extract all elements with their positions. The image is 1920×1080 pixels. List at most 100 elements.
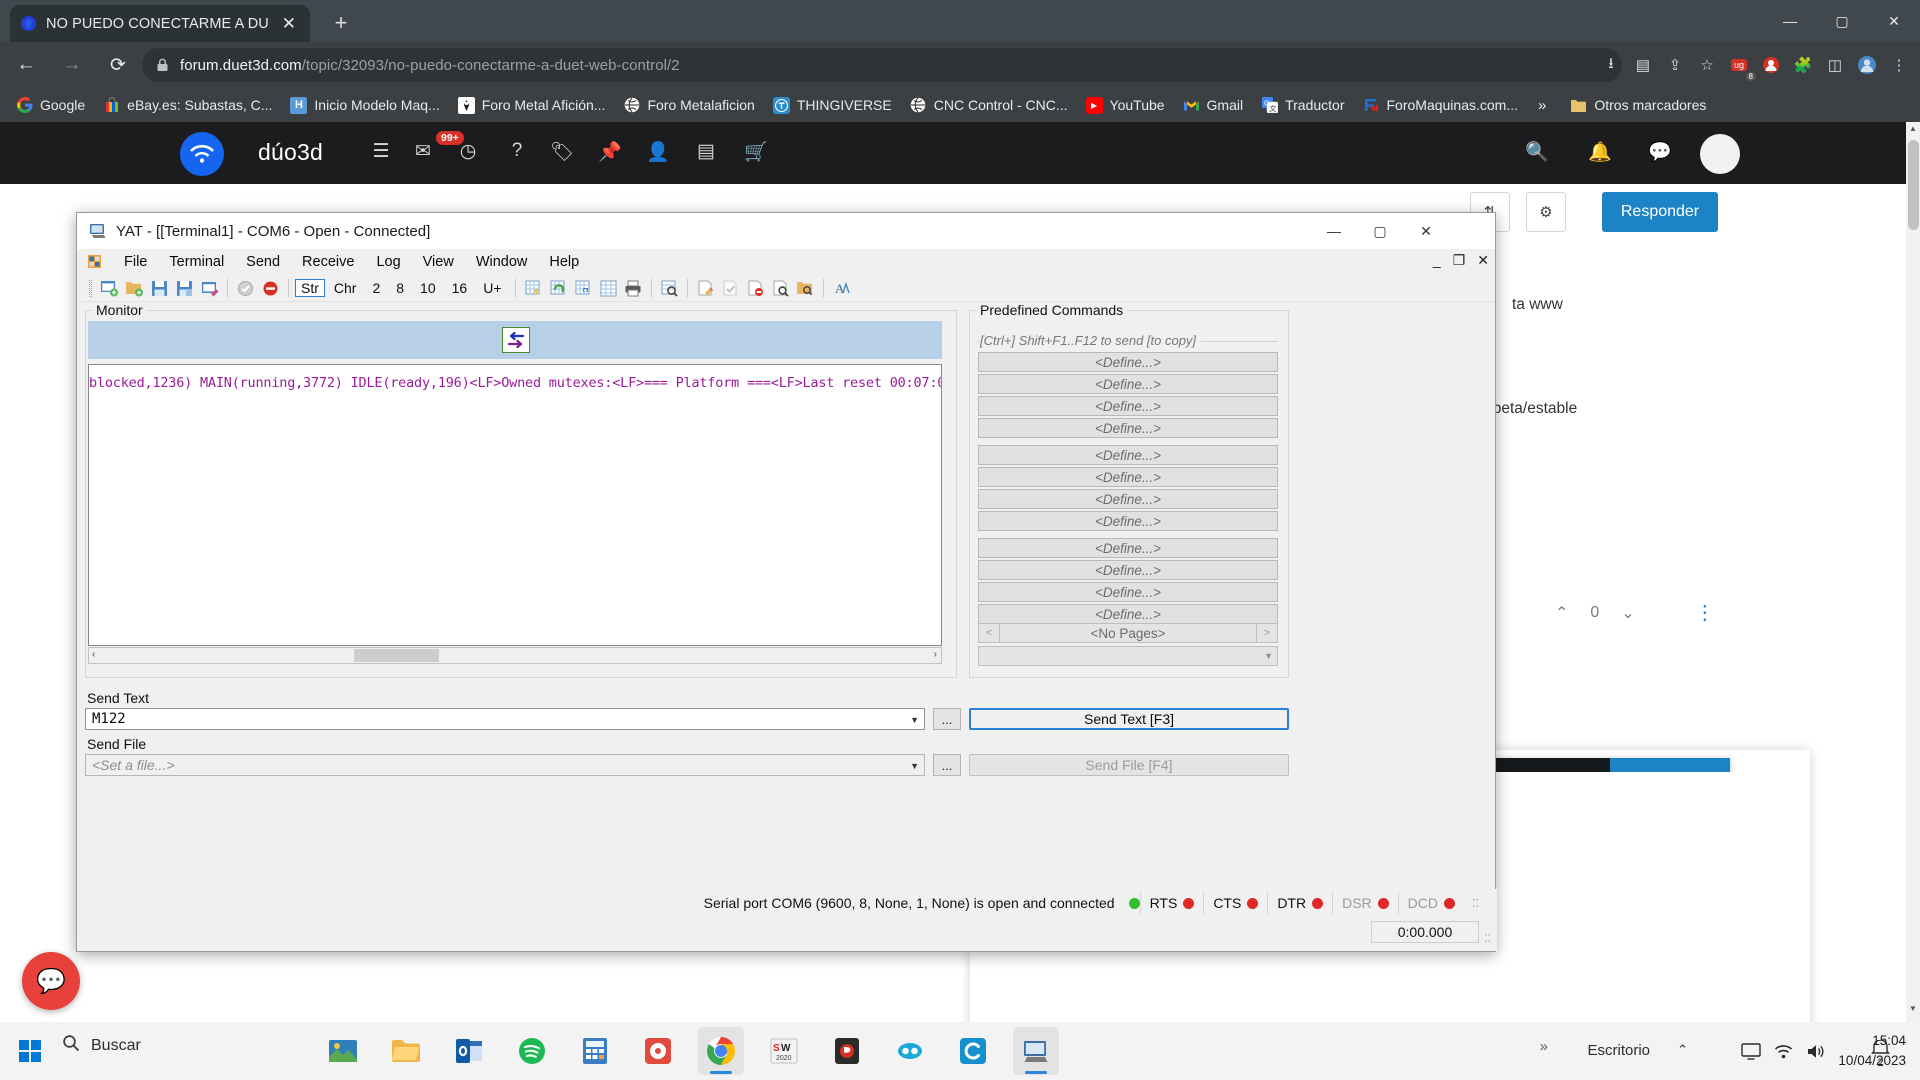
monitor-scroll-thumb[interactable] bbox=[354, 649, 439, 662]
menu-help[interactable]: Help bbox=[538, 251, 590, 273]
copy-to-icon[interactable] bbox=[572, 277, 595, 300]
reload-button[interactable]: ⟳ bbox=[98, 45, 138, 85]
user-icon[interactable]: 👤 bbox=[645, 140, 671, 164]
scrollbar-thumb[interactable] bbox=[1908, 140, 1919, 230]
save-all-icon[interactable] bbox=[173, 277, 196, 300]
predefined-command-button[interactable]: <Define...> bbox=[978, 467, 1278, 487]
download-icon[interactable]: ⭳ bbox=[1596, 50, 1626, 80]
photos-icon[interactable] bbox=[320, 1027, 366, 1075]
send-file-browse-button[interactable]: ... bbox=[933, 754, 961, 776]
edit-settings-icon[interactable] bbox=[198, 277, 221, 300]
radix-str-button[interactable]: Str bbox=[295, 279, 325, 297]
toolbar-grip[interactable] bbox=[89, 279, 92, 297]
help-icon[interactable]: ? bbox=[504, 140, 530, 162]
post-menu-kebab[interactable]: ⋮ bbox=[1695, 600, 1715, 625]
kebab-menu-icon[interactable]: ⋮ bbox=[1884, 50, 1914, 80]
yat-minimize-button[interactable]: — bbox=[1311, 213, 1357, 249]
forward-button[interactable]: → bbox=[52, 45, 92, 85]
calculator-icon[interactable] bbox=[572, 1027, 618, 1075]
yat-maximize-button[interactable]: ▢ bbox=[1357, 213, 1403, 249]
puzzle-icon[interactable]: 🧩 bbox=[1788, 50, 1818, 80]
open-log-folder-icon[interactable] bbox=[794, 277, 817, 300]
scroll-up-arrow[interactable]: ▲ bbox=[1906, 124, 1920, 140]
bookmark-item[interactable]: Google bbox=[8, 94, 93, 117]
menu-receive[interactable]: Receive bbox=[291, 251, 365, 273]
monitor-output-area[interactable]: blocked,1236) MAIN(running,3772) IDLE(re… bbox=[88, 364, 942, 646]
vpn-icon[interactable] bbox=[887, 1027, 933, 1075]
file-explorer-icon[interactable] bbox=[383, 1027, 429, 1075]
gear-icon[interactable]: ⚙ bbox=[1526, 192, 1566, 232]
font-icon[interactable]: A bbox=[830, 277, 853, 300]
bookmarks-overflow-button[interactable]: » bbox=[1528, 97, 1556, 114]
status-resize-grip[interactable]: ⁚⁚ bbox=[1472, 897, 1479, 910]
refresh-icon[interactable] bbox=[547, 277, 570, 300]
predefined-command-button[interactable]: <Define...> bbox=[978, 560, 1278, 580]
send-file-button[interactable]: Send File [F4] bbox=[969, 754, 1289, 776]
outlook-icon[interactable] bbox=[446, 1027, 492, 1075]
mdi-minimize-button[interactable]: _ bbox=[1433, 252, 1441, 269]
reading-list-icon[interactable]: ▤ bbox=[1628, 50, 1658, 80]
cart-icon[interactable]: 🛒 bbox=[743, 140, 769, 164]
profile-pic-icon[interactable] bbox=[1756, 50, 1786, 80]
send-file-input[interactable]: <Set a file...> ▼ bbox=[85, 754, 925, 776]
bookmark-item[interactable]: eBay.es: Subastas, C... bbox=[95, 94, 280, 117]
predefined-command-button[interactable]: <Define...> bbox=[978, 511, 1278, 531]
yat-title-bar[interactable]: YAT - [[Terminal1] - COM6 - Open - Conne… bbox=[77, 213, 1495, 249]
tab-close-icon[interactable]: ✕ bbox=[278, 13, 300, 34]
mdi-restore-button[interactable]: ❐ bbox=[1453, 252, 1466, 269]
forum-brand[interactable]: dúo3d bbox=[258, 139, 323, 166]
find-icon[interactable] bbox=[658, 277, 681, 300]
forum-logo[interactable] bbox=[180, 132, 224, 176]
volume-icon[interactable] bbox=[1806, 1043, 1825, 1060]
menu-send[interactable]: Send bbox=[235, 251, 291, 273]
cura-icon[interactable] bbox=[950, 1027, 996, 1075]
radix-2-button[interactable]: 2 bbox=[365, 279, 387, 297]
chrome-icon[interactable] bbox=[698, 1027, 744, 1075]
yat-close-button[interactable]: ✕ bbox=[1403, 213, 1449, 249]
predefined-page-select[interactable]: ▼ bbox=[978, 646, 1278, 666]
browser-tab[interactable]: NO PUEDO CONECTARME A DUE ✕ bbox=[10, 5, 310, 42]
predefined-command-button[interactable]: <Define...> bbox=[978, 418, 1278, 438]
bell-icon[interactable]: 🔔 bbox=[1588, 140, 1612, 164]
bookmark-star-icon[interactable]: ☆ bbox=[1692, 50, 1722, 80]
predefined-command-button[interactable]: <Define...> bbox=[978, 374, 1278, 394]
send-text-browse-button[interactable]: ... bbox=[933, 708, 961, 730]
scroll-down-arrow[interactable]: ▼ bbox=[1906, 1004, 1920, 1020]
tray-overflow-button[interactable]: ⌃ bbox=[1677, 1042, 1688, 1058]
downvote-icon[interactable]: ⌄ bbox=[1621, 603, 1634, 623]
address-bar[interactable]: forum.duet3d.com/topic/32093/no-puedo-co… bbox=[142, 48, 1622, 82]
chat-bubble-icon[interactable]: 💬 bbox=[22, 952, 80, 1010]
predefined-command-button[interactable]: <Define...> bbox=[978, 445, 1278, 465]
new-terminal-icon[interactable] bbox=[98, 277, 121, 300]
notification-center-button[interactable]: 2 bbox=[1871, 1040, 1890, 1069]
chevron-down-icon[interactable]: ▼ bbox=[910, 715, 919, 725]
list-icon[interactable]: ☰ bbox=[368, 140, 394, 163]
window-resize-grip[interactable]: ⁚⁚ bbox=[1484, 932, 1491, 945]
predefined-command-button[interactable]: <Define...> bbox=[978, 352, 1278, 372]
confirm-icon[interactable] bbox=[719, 277, 742, 300]
bookmark-item[interactable]: Foro Metalaficion bbox=[615, 94, 762, 117]
menu-terminal[interactable]: Terminal bbox=[158, 251, 235, 273]
predefined-command-button[interactable]: <Define...> bbox=[978, 489, 1278, 509]
predefined-command-button[interactable]: <Define...> bbox=[978, 582, 1278, 602]
bidirectional-arrows-icon[interactable] bbox=[502, 327, 530, 353]
scroll-right-arrow[interactable]: › bbox=[934, 649, 937, 660]
menu-file[interactable]: File bbox=[113, 251, 158, 273]
disconnect-icon[interactable] bbox=[259, 277, 282, 300]
desktop-label[interactable]: Escritorio bbox=[1587, 1042, 1650, 1059]
clear-log-icon[interactable] bbox=[744, 277, 767, 300]
bookmark-item[interactable]: ForoMaquinas.com... bbox=[1355, 94, 1527, 117]
grid-view-icon[interactable] bbox=[597, 277, 620, 300]
display-icon[interactable] bbox=[1741, 1042, 1762, 1060]
menu-log[interactable]: Log bbox=[365, 251, 411, 273]
bookmark-item[interactable]: Gmail bbox=[1175, 94, 1252, 117]
windows-start-icon[interactable] bbox=[10, 1031, 50, 1071]
radix-unicode-button[interactable]: U+ bbox=[476, 279, 508, 297]
bookmark-item[interactable]: ▶ YouTube bbox=[1078, 94, 1173, 117]
clock-icon[interactable]: ◷ bbox=[455, 140, 481, 163]
bookmark-item[interactable]: G文 Traductor bbox=[1253, 94, 1352, 117]
avatar-icon[interactable] bbox=[1852, 50, 1882, 80]
extension-badge-icon[interactable]: ug 8 bbox=[1724, 50, 1756, 81]
radix-10-button[interactable]: 10 bbox=[413, 279, 443, 297]
network-icon[interactable] bbox=[1774, 1043, 1793, 1060]
